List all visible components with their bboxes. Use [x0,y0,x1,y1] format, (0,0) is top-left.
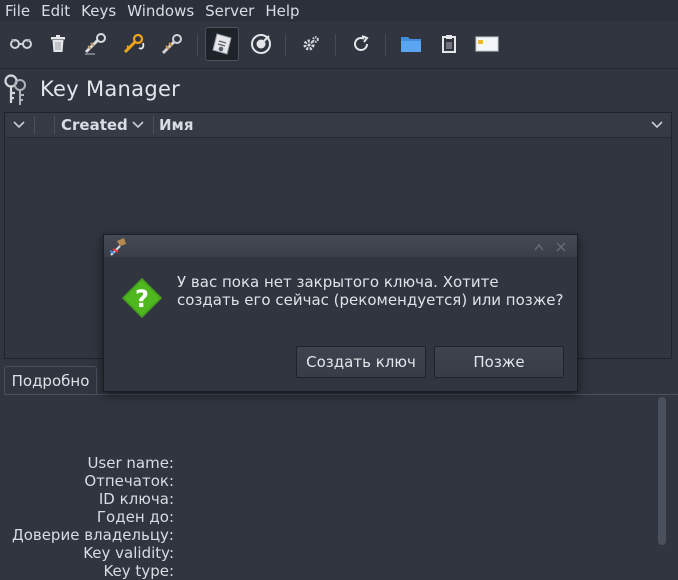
certificate-icon [212,33,232,55]
card-button[interactable] [474,31,500,57]
toolbar-separator [385,34,386,56]
card-icon [475,36,499,52]
key-validity-label: Key validity: [83,544,174,562]
create-key-button[interactable]: Создать ключ [296,346,426,378]
fingerprint-label: Отпечаток: [84,472,174,490]
dialog-message-line: создать его сейчас (рекомендуется) или п… [177,291,564,309]
settings-icon [303,36,319,51]
expires-label: Годен до: [96,508,174,526]
key-type-label: Key type: [103,562,174,580]
details-scrollbar[interactable] [658,397,666,545]
later-button[interactable]: Позже [434,346,564,378]
column-name[interactable]: Имя [159,113,193,137]
toolbar-separator [335,34,336,56]
no-secret-key-dialog: ? У вас пока нет закрытого ключа. Хотите… [103,234,578,392]
toolbar-separator [197,34,198,56]
import-key-button[interactable] [159,31,185,57]
clipboard-icon [442,35,456,53]
export-key-icon [123,33,145,54]
menu-edit[interactable]: Edit [36,2,76,20]
chevron-down-icon [13,121,25,129]
column-created-label: Created [61,116,128,134]
certificate-button[interactable] [205,27,239,61]
dialog-message-line: У вас пока нет закрытого ключа. Хотите [177,273,499,291]
sort-chevron-icon [132,121,144,129]
chevron-down-icon [651,121,663,129]
delete-button[interactable] [45,31,71,57]
delete-icon [51,35,65,52]
keys-icon [4,74,26,105]
sign-key-button[interactable] [83,31,109,57]
menu-windows[interactable]: Windows [122,2,200,20]
svg-text:?: ? [135,285,149,313]
keyserver-button[interactable] [248,31,274,57]
column-toggle[interactable] [13,113,25,137]
close-icon[interactable] [556,242,566,252]
key-pair-button[interactable] [8,31,34,57]
owner-trust-label: Доверие владельцу: [11,526,174,544]
menu-bar: File Edit Keys Windows Server Help [0,0,678,22]
settings-button[interactable] [298,31,324,57]
import-key-icon [161,34,182,55]
page-header: Key Manager [0,69,678,111]
keyserver-icon [251,34,271,54]
app-icon [109,238,126,256]
page-title: Key Manager [40,77,181,101]
tab-details[interactable]: Подробно [4,366,97,395]
key-pair-icon [10,38,32,49]
folder-icon [401,37,421,52]
maximize-icon[interactable] [534,242,544,252]
refresh-icon [354,35,369,51]
clipboard-button[interactable] [436,31,462,57]
user-name-label: User name: [87,454,174,472]
question-icon: ? [122,278,162,318]
key-list-header: Created Имя [5,113,671,138]
column-name-label: Имя [159,116,194,134]
toolbar-separator [285,34,286,56]
folder-button[interactable] [398,31,424,57]
export-key-button[interactable] [121,31,147,57]
menu-server[interactable]: Server [200,2,260,20]
refresh-button[interactable] [348,31,374,57]
menu-file[interactable]: File [0,2,36,20]
menu-help[interactable]: Help [260,2,305,20]
column-divider [54,116,55,134]
toolbar [0,22,678,69]
column-created[interactable]: Created [61,113,144,137]
menu-keys[interactable]: Keys [76,2,122,20]
column-divider [153,116,154,134]
key-id-label: ID ключа: [98,490,174,508]
dialog-message: У вас пока нет закрытого ключа. Хотите с… [177,273,572,309]
column-menu-button[interactable] [651,113,663,137]
column-divider [34,116,35,134]
dialog-titlebar [104,235,577,257]
sign-key-icon [84,33,106,55]
